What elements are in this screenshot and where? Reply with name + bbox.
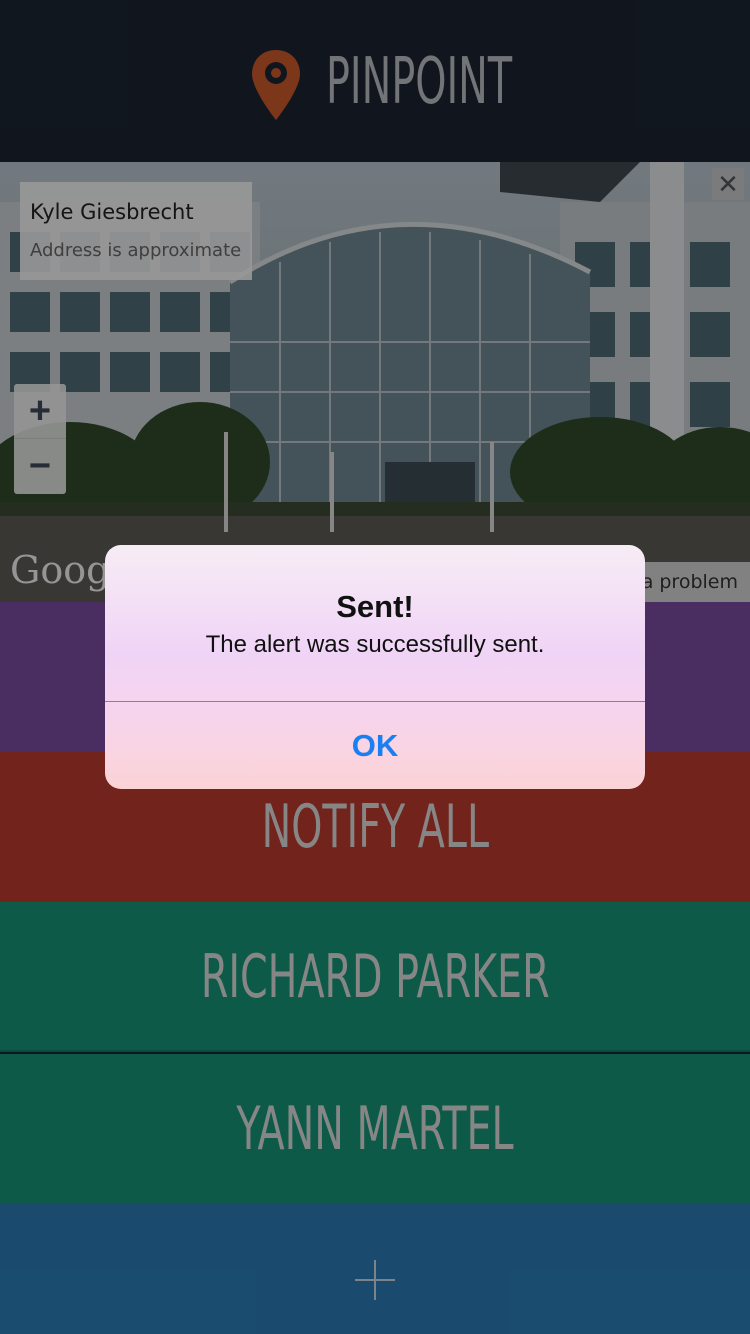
zoom-control: + − [14, 384, 66, 494]
address-note: Address is approximate [30, 240, 242, 261]
person-name: Kyle Giesbrecht [30, 200, 194, 224]
contact-name: RICHARD PARKER [200, 942, 550, 1012]
app-header: PINPOINT [0, 0, 750, 162]
alert-message: The alert was successfully sent. [205, 631, 545, 658]
location-info-card: Kyle Giesbrecht Address is approximate [20, 182, 252, 280]
report-problem-link[interactable]: a problem [629, 562, 750, 602]
zoom-in-button[interactable]: + [14, 384, 66, 439]
google-logo: Goog [10, 548, 111, 592]
location-pin-icon [252, 50, 300, 120]
zoom-out-button[interactable]: − [14, 439, 66, 494]
contact-row-richard-parker[interactable]: RICHARD PARKER [0, 902, 750, 1052]
alert-dialog: Sent! The alert was successfully sent. O… [105, 545, 645, 789]
plus-icon [355, 1260, 395, 1300]
alert-title: Sent! [336, 589, 414, 624]
app-title: PINPOINT [326, 45, 513, 119]
ok-button[interactable]: OK [105, 702, 645, 789]
close-icon[interactable]: ✕ [712, 168, 744, 200]
contact-row-yann-martel[interactable]: YANN MARTEL [0, 1054, 750, 1204]
contact-name: YANN MARTEL [236, 1094, 514, 1164]
add-contact-button[interactable] [0, 1204, 750, 1334]
